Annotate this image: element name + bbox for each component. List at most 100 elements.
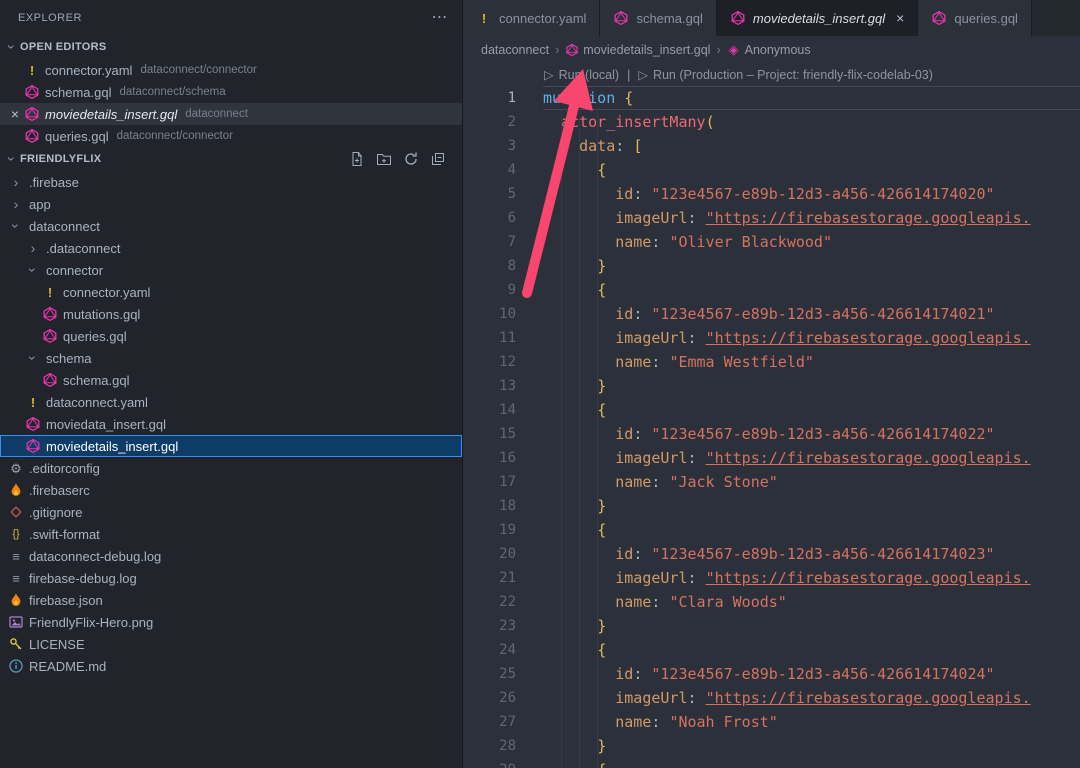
tree-item-app[interactable]: ›app <box>0 193 462 215</box>
tree-item-queries.gql[interactable]: queries.gql <box>0 325 462 347</box>
run-production-link[interactable]: ▷ Run (Production – Project: friendly-fl… <box>638 67 933 82</box>
tree-item-.dataconnect[interactable]: ›.dataconnect <box>0 237 462 259</box>
close-icon[interactable]: × <box>896 10 904 26</box>
code-line-19[interactable]: 19 { <box>463 518 1080 542</box>
breadcrumb-item-Anonymous[interactable]: ◈Anonymous <box>727 43 811 57</box>
tab-schema.gql[interactable]: schema.gql <box>600 0 716 36</box>
refresh-icon[interactable] <box>403 151 419 167</box>
line-text: imageUrl: "https://firebasestorage.googl… <box>543 206 1080 230</box>
tree-item-firebase-debug.log[interactable]: ≡firebase-debug.log <box>0 567 462 589</box>
code-line-8[interactable]: 8 } <box>463 254 1080 278</box>
line-number: 19 <box>463 518 543 542</box>
code-line-9[interactable]: 9 { <box>463 278 1080 302</box>
codelens: ▷ Run (local) | ▷ Run (Production – Proj… <box>463 63 1080 86</box>
tree-item-dataconnect[interactable]: ›dataconnect <box>0 215 462 237</box>
tree-item-firebase.json[interactable]: firebase.json <box>0 589 462 611</box>
tree-item-schema.gql[interactable]: schema.gql <box>0 369 462 391</box>
code-line-7[interactable]: 7 name: "Oliver Blackwood" <box>463 230 1080 254</box>
tree-item-moviedata_insert.gql[interactable]: moviedata_insert.gql <box>0 413 462 435</box>
open-editor-queries.gql[interactable]: queries.gqldataconnect/connector <box>0 125 462 147</box>
code-line-27[interactable]: 27 name: "Noah Frost" <box>463 710 1080 734</box>
code-line-10[interactable]: 10 id: "123e4567-e89b-12d3-a456-42661417… <box>463 302 1080 326</box>
code-line-1[interactable]: 1mutation { <box>463 86 1080 110</box>
code-line-20[interactable]: 20 id: "123e4567-e89b-12d3-a456-42661417… <box>463 542 1080 566</box>
new-folder-icon[interactable] <box>376 151 392 167</box>
code-token: : <box>688 209 706 227</box>
code-line-15[interactable]: 15 id: "123e4567-e89b-12d3-a456-42661417… <box>463 422 1080 446</box>
code-line-26[interactable]: 26 imageUrl: "https://firebasestorage.go… <box>463 686 1080 710</box>
code-lines: 1mutation {2 actor_insertMany(3 data: [4… <box>463 86 1080 768</box>
tree-item-dataconnect.yaml[interactable]: !dataconnect.yaml <box>0 391 462 413</box>
tree-item-moviedetails_insert.gql[interactable]: moviedetails_insert.gql <box>0 435 462 457</box>
tree-item-mutations.gql[interactable]: mutations.gql <box>0 303 462 325</box>
code-editor[interactable]: ▷ Run (local) | ▷ Run (Production – Proj… <box>463 63 1080 768</box>
collapse-all-icon[interactable] <box>430 151 446 167</box>
open-editors-header[interactable]: › OPEN EDITORS <box>0 35 462 59</box>
code-line-14[interactable]: 14 { <box>463 398 1080 422</box>
code-line-2[interactable]: 2 actor_insertMany( <box>463 110 1080 134</box>
code-line-12[interactable]: 12 name: "Emma Westfield" <box>463 350 1080 374</box>
line-number: 17 <box>463 470 543 494</box>
code-token: } <box>597 497 606 515</box>
code-line-18[interactable]: 18 } <box>463 494 1080 518</box>
line-text: data: [ <box>543 134 1080 158</box>
breadcrumb-item-dataconnect[interactable]: dataconnect <box>481 43 549 57</box>
workspace-header[interactable]: › FRIENDLYFLIX <box>0 147 462 171</box>
new-file-icon[interactable] <box>349 151 365 167</box>
more-actions-icon[interactable]: ⋯ <box>432 10 449 26</box>
tab-moviedetails_insert.gql[interactable]: moviedetails_insert.gql× <box>717 0 918 36</box>
code-line-24[interactable]: 24 { <box>463 638 1080 662</box>
code-token <box>543 185 615 203</box>
code-line-22[interactable]: 22 name: "Clara Woods" <box>463 590 1080 614</box>
code-token <box>543 641 597 659</box>
code-line-6[interactable]: 6 imageUrl: "https://firebasestorage.goo… <box>463 206 1080 230</box>
tree-item-.firebase[interactable]: ›.firebase <box>0 171 462 193</box>
file-label: .gitignore <box>29 505 82 520</box>
tree-item-connector[interactable]: ›connector <box>0 259 462 281</box>
code-line-21[interactable]: 21 imageUrl: "https://firebasestorage.go… <box>463 566 1080 590</box>
code-token: { <box>597 641 606 659</box>
tree-item-dataconnect-debug.log[interactable]: ≡dataconnect-debug.log <box>0 545 462 567</box>
run-local-link[interactable]: ▷ Run (local) <box>544 67 619 82</box>
code-token <box>543 473 615 491</box>
tab-connector.yaml[interactable]: !connector.yaml <box>463 0 600 36</box>
code-line-5[interactable]: 5 id: "123e4567-e89b-12d3-a456-426614174… <box>463 182 1080 206</box>
code-line-25[interactable]: 25 id: "123e4567-e89b-12d3-a456-42661417… <box>463 662 1080 686</box>
braces-icon: {} <box>8 526 24 542</box>
tree-item-schema[interactable]: ›schema <box>0 347 462 369</box>
tree-item-.editorconfig[interactable]: ⚙.editorconfig <box>0 457 462 479</box>
tree-item-LICENSE[interactable]: LICENSE <box>0 633 462 655</box>
breadcrumb-item-moviedetails_insert.gql[interactable]: moviedetails_insert.gql <box>565 43 710 57</box>
tree-item-.gitignore[interactable]: .gitignore <box>0 501 462 523</box>
open-editor-schema.gql[interactable]: schema.gqldataconnect/schema <box>0 81 462 103</box>
tree-item-.swift-format[interactable]: {}.swift-format <box>0 523 462 545</box>
open-editor-moviedetails_insert.gql[interactable]: ×moviedetails_insert.gqldataconnect <box>0 103 462 125</box>
line-text: id: "123e4567-e89b-12d3-a456-42661417402… <box>543 662 1080 686</box>
code-line-29[interactable]: 29 { <box>463 758 1080 768</box>
code-token: id <box>615 305 633 323</box>
code-line-17[interactable]: 17 name: "Jack Stone" <box>463 470 1080 494</box>
code-line-13[interactable]: 13 } <box>463 374 1080 398</box>
graphql-operation-icon: ◈ <box>727 43 741 57</box>
open-editor-connector.yaml[interactable]: !connector.yamldataconnect/connector <box>0 59 462 81</box>
code-line-11[interactable]: 11 imageUrl: "https://firebasestorage.go… <box>463 326 1080 350</box>
close-icon[interactable]: × <box>6 106 24 122</box>
line-number: 9 <box>463 278 543 302</box>
line-text: id: "123e4567-e89b-12d3-a456-42661417402… <box>543 302 1080 326</box>
code-line-16[interactable]: 16 imageUrl: "https://firebasestorage.go… <box>463 446 1080 470</box>
vscode-window: EXPLORER ⋯ › OPEN EDITORS !connector.yam… <box>0 0 1080 768</box>
tree-item-FriendlyFlix-Hero.png[interactable]: FriendlyFlix-Hero.png <box>0 611 462 633</box>
tab-queries.gql[interactable]: queries.gql <box>918 0 1032 36</box>
code-line-28[interactable]: 28 } <box>463 734 1080 758</box>
code-line-3[interactable]: 3 data: [ <box>463 134 1080 158</box>
graphql-icon <box>613 10 629 26</box>
breadcrumb-separator: › <box>716 43 720 57</box>
tree-item-.firebaserc[interactable]: .firebaserc <box>0 479 462 501</box>
yaml-warning-icon: ! <box>42 284 58 300</box>
tab-label: schema.gql <box>636 11 702 26</box>
tree-item-connector.yaml[interactable]: !connector.yaml <box>0 281 462 303</box>
code-line-4[interactable]: 4 { <box>463 158 1080 182</box>
tree-item-README.md[interactable]: README.md <box>0 655 462 677</box>
code-line-23[interactable]: 23 } <box>463 614 1080 638</box>
code-token: "Clara Woods" <box>669 593 786 611</box>
